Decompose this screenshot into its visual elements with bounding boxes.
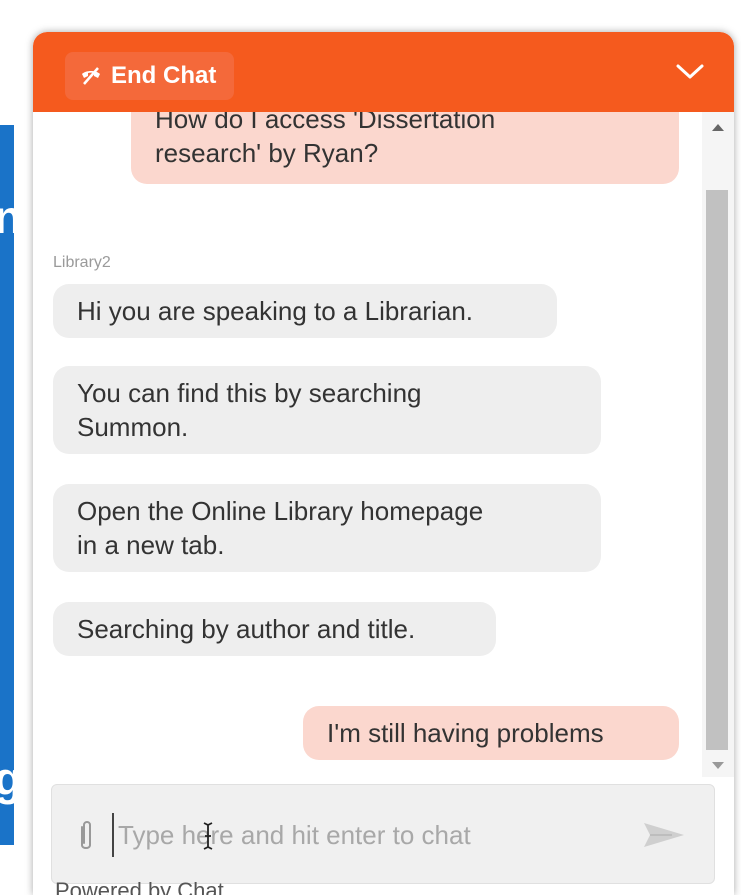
chat-widget: End Chat How do I access 'Dissertation r… — [33, 32, 734, 895]
end-chat-button[interactable]: End Chat — [65, 52, 235, 100]
powered-by-text: Powered by Chat — [55, 878, 224, 895]
message-text: How do I access 'Dissertation — [155, 112, 496, 134]
librarian-message: Hi you are speaking to a Librarian. — [53, 284, 557, 338]
collapse-chat-button[interactable] — [674, 58, 706, 86]
host-page-letter: n — [0, 191, 23, 243]
message-list[interactable]: How do I access 'Dissertation research' … — [33, 112, 734, 777]
message-text: research' by Ryan? — [155, 138, 379, 168]
message-text: Summon. — [77, 412, 189, 442]
message-text: Hi you are speaking to a Librarian. — [77, 296, 474, 326]
message-text: I'm still having problems — [327, 718, 604, 748]
message-text: Open the Online Library homepage — [77, 496, 484, 526]
sender-name: Library2 — [53, 254, 111, 271]
message-text: Searching by author and title. — [77, 614, 416, 644]
send-icon[interactable] — [642, 819, 686, 851]
message-text: in a new tab. — [77, 530, 225, 560]
patron-message: I'm still having problems — [303, 706, 679, 760]
chat-message-input[interactable] — [112, 813, 612, 857]
message-text: You can find this by searching — [77, 378, 422, 408]
chevron-down-icon — [676, 64, 704, 79]
scroll-up-icon[interactable] — [712, 124, 724, 131]
librarian-message: Searching by author and title. — [53, 602, 496, 656]
message-scrollbar[interactable] — [702, 112, 734, 777]
librarian-message: Open the Online Library homepage in a ne… — [53, 484, 601, 572]
paperclip-icon[interactable] — [74, 819, 98, 853]
chat-header: End Chat — [33, 32, 734, 112]
host-page-letter: g — [0, 753, 23, 805]
end-chat-icon — [82, 67, 100, 85]
message-composer — [51, 784, 715, 884]
librarian-message: You can find this by searching Summon. — [53, 366, 601, 454]
end-chat-label: End Chat — [111, 62, 217, 89]
text-cursor-icon — [203, 822, 213, 850]
scroll-down-icon[interactable] — [712, 762, 724, 769]
scrollbar-thumb[interactable] — [706, 190, 728, 750]
patron-message: How do I access 'Dissertation research' … — [131, 112, 679, 184]
